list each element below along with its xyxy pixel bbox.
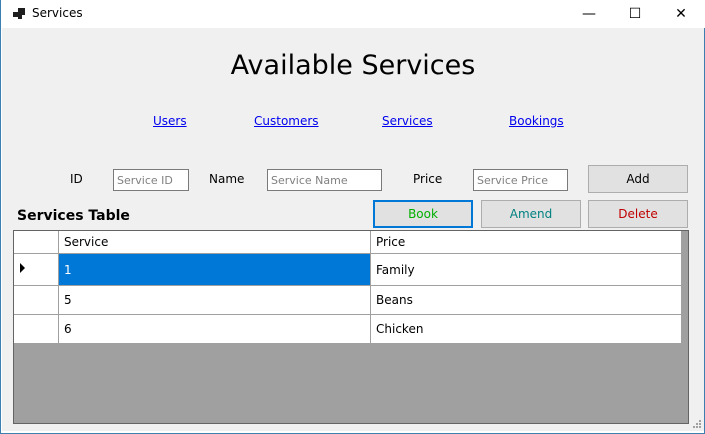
table-header-row: Service Price [14,231,682,254]
service-name-input[interactable] [267,169,382,191]
id-label: ID [70,172,83,186]
resize-grip-icon[interactable] [691,418,701,428]
row-header[interactable] [14,285,59,315]
name-label: Name [209,172,245,186]
service-id-input[interactable] [113,169,189,191]
application-window: Services — ☐ ✕ Available Services Users … [0,0,705,434]
cell-price[interactable]: Chicken [370,314,682,344]
delete-button[interactable]: Delete [588,200,688,228]
column-header-service[interactable]: Service [58,231,371,254]
app-icon [13,8,25,20]
table-row[interactable]: 1 Family [14,253,682,286]
maximize-button[interactable]: ☐ [612,0,658,28]
nav-link-users[interactable]: Users [153,114,187,128]
cell-price[interactable]: Beans [370,285,682,315]
form-client-area: Available Services Users Customers Servi… [2,28,704,431]
title-bar[interactable]: Services — ☐ ✕ [1,0,705,28]
nav-link-services[interactable]: Services [382,114,433,128]
column-header-price[interactable]: Price [370,231,682,254]
close-icon: ✕ [675,6,687,22]
nav-link-bookings[interactable]: Bookings [509,114,564,128]
row-header[interactable] [14,253,59,286]
current-row-arrow-icon [20,263,25,273]
services-data-grid[interactable]: Service Price 1 Family 5 Beans 6 Chicken [13,230,689,424]
services-table: Service Price 1 Family 5 Beans 6 Chicken [14,231,682,344]
nav-link-customers[interactable]: Customers [254,114,319,128]
table-row[interactable]: 6 Chicken [14,314,682,344]
add-button[interactable]: Add [588,165,688,193]
book-button[interactable]: Book [373,200,473,228]
service-price-input[interactable] [473,169,568,191]
maximize-icon: ☐ [628,6,642,22]
row-header-corner [14,231,59,254]
cell-service[interactable]: 1 [58,253,371,286]
price-label: Price [413,172,443,186]
minimize-button[interactable]: — [566,0,612,28]
close-button[interactable]: ✕ [658,0,704,28]
page-title: Available Services [230,50,476,81]
amend-button[interactable]: Amend [481,200,581,228]
cell-price[interactable]: Family [370,253,682,286]
row-header[interactable] [14,314,59,344]
table-row[interactable]: 5 Beans [14,285,682,315]
window-title: Services [32,6,83,20]
minimize-icon: — [582,6,596,22]
cell-service[interactable]: 6 [58,314,371,344]
cell-service[interactable]: 5 [58,285,371,315]
table-title: Services Table [17,208,130,224]
